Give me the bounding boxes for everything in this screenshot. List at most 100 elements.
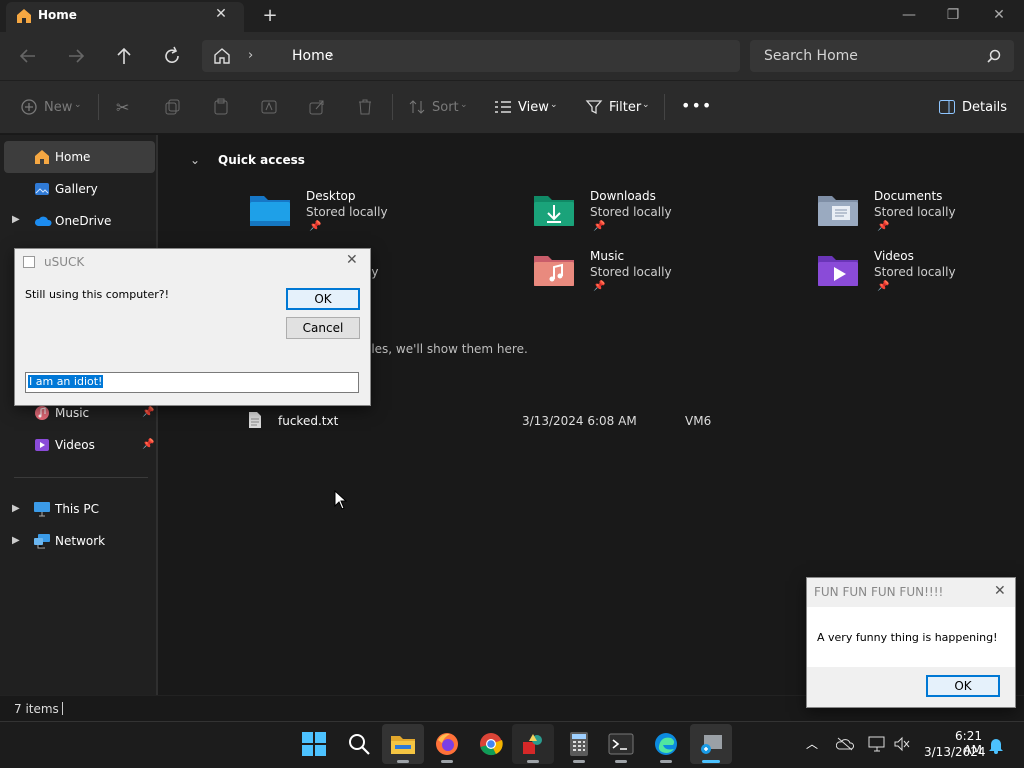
- folder-name-videos[interactable]: Videos: [874, 249, 914, 263]
- usuck-dialog-message: Still using this computer?!: [25, 288, 170, 301]
- onedrive-offline-icon[interactable]: [836, 737, 854, 751]
- sidebar-item-onedrive[interactable]: OneDrive: [55, 214, 111, 228]
- toolbar-divider: [98, 94, 99, 120]
- toolbar-divider: [664, 94, 665, 120]
- breadcrumb-chevron-icon[interactable]: ›: [328, 48, 333, 63]
- running-indicator: [615, 760, 627, 763]
- gallery-icon[interactable]: [34, 181, 50, 197]
- close-icon[interactable]: ✕: [346, 252, 358, 268]
- mouse-cursor-icon: [334, 490, 348, 510]
- new-button[interactable]: New: [44, 100, 72, 115]
- magnifier-app-icon[interactable]: [698, 731, 724, 757]
- network-status-icon[interactable]: [868, 736, 886, 752]
- desktop-screen: Home ✕ + — ❐ ✕ › Home › Search Home New …: [0, 0, 1024, 768]
- usuck-input-value: I am an idiot!: [28, 375, 104, 388]
- filter-icon[interactable]: [585, 98, 603, 116]
- recent-file-name[interactable]: fucked.txt: [278, 414, 338, 428]
- search-placeholder: Search Home: [764, 48, 858, 64]
- videos-folder-icon[interactable]: [816, 250, 860, 288]
- refresh-icon[interactable]: [160, 44, 184, 68]
- running-indicator: [660, 760, 672, 763]
- details-pane-icon[interactable]: [938, 99, 956, 115]
- music-icon[interactable]: [34, 405, 50, 421]
- expand-chevron-icon[interactable]: ▶: [12, 503, 20, 514]
- sidebar-divider: [14, 477, 148, 478]
- chevron-down-icon: ⌄: [74, 100, 82, 110]
- up-icon[interactable]: [112, 44, 136, 68]
- quick-access-heading[interactable]: Quick access: [218, 153, 305, 167]
- more-options-icon[interactable]: •••: [681, 96, 712, 115]
- cut-icon[interactable]: ✂: [116, 98, 129, 117]
- documents-folder-icon[interactable]: [816, 190, 860, 228]
- new-tab-icon[interactable]: +: [260, 6, 280, 26]
- pin-icon: 📌: [142, 407, 155, 418]
- filter-button[interactable]: Filter: [609, 100, 641, 115]
- folder-name-documents[interactable]: Documents: [874, 189, 942, 203]
- expand-chevron-icon[interactable]: ▶: [12, 535, 20, 546]
- copy-icon[interactable]: [164, 98, 182, 116]
- expand-chevron-icon[interactable]: ▶: [12, 214, 20, 225]
- fun-dialog-title: FUN FUN FUN FUN!!!!: [814, 585, 944, 599]
- terminal-icon[interactable]: [608, 731, 634, 757]
- chrome-icon[interactable]: [478, 731, 504, 757]
- sidebar-item-network[interactable]: Network: [55, 534, 105, 548]
- folder-name-downloads[interactable]: Downloads: [590, 189, 656, 203]
- windows-start-icon[interactable]: [301, 731, 327, 757]
- rename-icon[interactable]: [260, 98, 278, 116]
- toolbar-divider: [392, 94, 393, 120]
- forward-icon[interactable]: [64, 44, 88, 68]
- downloads-folder-icon[interactable]: [532, 190, 576, 228]
- notification-bell-icon[interactable]: [988, 736, 1004, 754]
- pin-icon: 📌: [593, 221, 606, 232]
- edge-icon[interactable]: [653, 731, 679, 757]
- address-bar[interactable]: [202, 40, 740, 72]
- this-pc-icon[interactable]: [33, 501, 51, 517]
- sidebar-item-music[interactable]: Music: [55, 406, 89, 420]
- delete-icon[interactable]: [356, 98, 374, 116]
- folder-name-music[interactable]: Music: [590, 249, 624, 263]
- view-button[interactable]: View: [518, 100, 549, 115]
- sidebar-item-videos[interactable]: Videos: [55, 438, 95, 452]
- running-indicator: [397, 760, 409, 763]
- share-icon[interactable]: [308, 98, 326, 116]
- restore-icon[interactable]: ❐: [930, 0, 976, 32]
- home-outline-icon[interactable]: [212, 47, 232, 65]
- breadcrumb-chevron-icon[interactable]: ›: [248, 48, 253, 63]
- desktop-folder-icon[interactable]: [248, 190, 292, 228]
- view-icon[interactable]: [494, 99, 512, 115]
- onedrive-cloud-icon[interactable]: [34, 214, 52, 228]
- firefox-icon[interactable]: [434, 731, 460, 757]
- search-icon[interactable]: [346, 731, 372, 757]
- show-hidden-icons-chevron[interactable]: ︿: [806, 735, 818, 752]
- chevron-down-icon: ⌄: [642, 100, 650, 110]
- music-folder-icon[interactable]: [532, 250, 576, 288]
- pin-icon: 📌: [142, 439, 155, 450]
- folder-status-desktop: Stored locally: [306, 205, 388, 219]
- folder-name-desktop[interactable]: Desktop: [306, 189, 356, 203]
- usuck-ok-button[interactable]: OK: [286, 288, 360, 310]
- close-icon[interactable]: ✕: [994, 583, 1006, 599]
- network-icon[interactable]: [33, 533, 51, 549]
- clock-date[interactable]: 3/13/2024: [924, 745, 986, 759]
- paste-icon[interactable]: [212, 98, 230, 116]
- shapes-app-icon[interactable]: [520, 731, 546, 757]
- file-explorer-icon[interactable]: [390, 731, 416, 757]
- new-icon[interactable]: [20, 98, 38, 116]
- calculator-icon[interactable]: [566, 731, 592, 757]
- sidebar-item-this-pc[interactable]: This PC: [55, 502, 99, 516]
- sort-icon[interactable]: [408, 98, 426, 116]
- sort-button[interactable]: Sort: [432, 100, 459, 115]
- close-window-icon[interactable]: ✕: [976, 0, 1022, 32]
- fun-ok-button[interactable]: OK: [926, 675, 1000, 697]
- minimize-icon[interactable]: —: [886, 0, 932, 32]
- text-file-icon: [249, 412, 261, 428]
- videos-icon[interactable]: [34, 437, 50, 453]
- close-tab-icon[interactable]: ✕: [212, 5, 230, 23]
- sidebar-item-gallery[interactable]: Gallery: [55, 182, 98, 196]
- search-icon[interactable]: [986, 48, 1002, 64]
- usuck-cancel-button[interactable]: Cancel: [286, 317, 360, 339]
- details-button[interactable]: Details: [962, 100, 1007, 115]
- collapse-chevron-icon[interactable]: ⌄: [190, 153, 200, 167]
- back-icon[interactable]: [16, 44, 40, 68]
- volume-muted-icon[interactable]: [893, 736, 911, 752]
